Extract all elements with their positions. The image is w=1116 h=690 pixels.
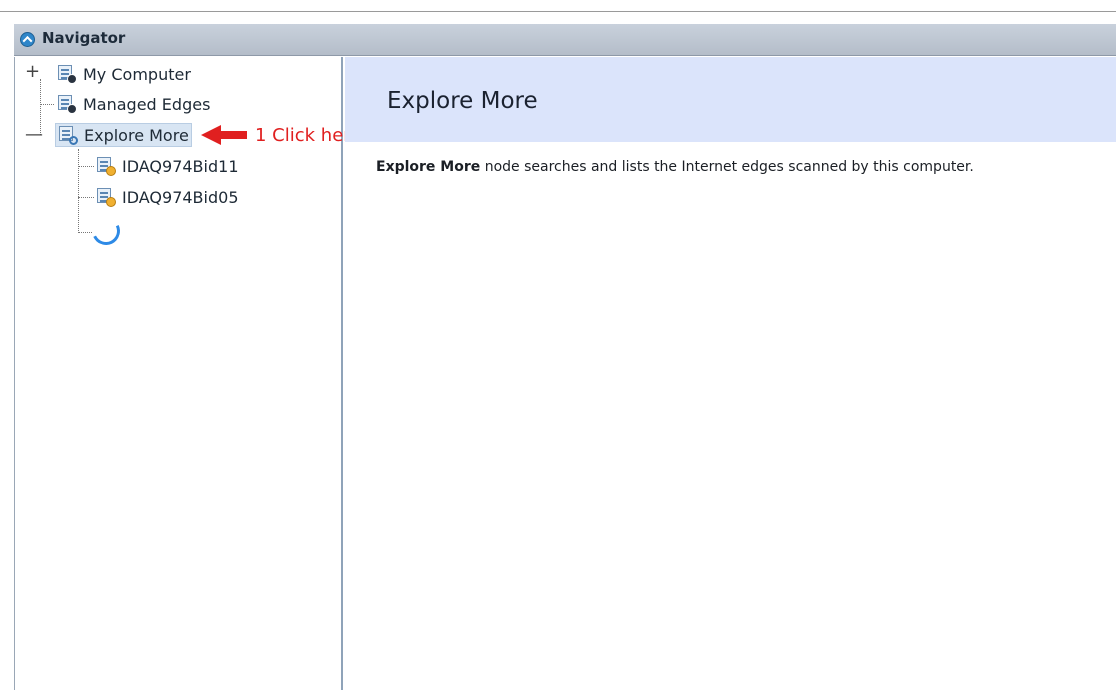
navigator-titlebar: Navigator <box>14 24 1116 56</box>
window-title: Navigator <box>42 29 126 47</box>
explore-more-icon <box>58 125 78 145</box>
navigator-tree-pane[interactable]: + My Computer Managed Edges — Explore Mo… <box>14 57 361 690</box>
tree-item-idaq974bid05[interactable]: IDAQ974Bid05 <box>96 185 239 209</box>
expand-my-computer-icon[interactable]: + <box>25 63 40 81</box>
tree-item-explore-more[interactable]: Explore More <box>55 123 192 147</box>
managed-edges-icon <box>57 94 77 114</box>
description-bold: Explore More <box>376 159 481 175</box>
tree-item-label: Explore More <box>84 125 189 145</box>
tree-connector <box>78 197 94 198</box>
loading-spinner-icon <box>88 213 124 249</box>
content-description: Explore More node searches and lists the… <box>376 159 974 175</box>
edge-node-icon <box>96 156 116 176</box>
collapse-explore-more-icon[interactable]: — <box>25 126 43 144</box>
tree-item-label: My Computer <box>83 64 191 84</box>
tree-item-label: IDAQ974Bid11 <box>122 156 239 176</box>
click-here-annotation: 1 Click here <box>201 118 361 152</box>
tree-connector <box>78 232 92 233</box>
tree-connector <box>78 149 79 233</box>
content-header: Explore More <box>345 57 1116 142</box>
tree-item-idaq974bid11[interactable]: IDAQ974Bid11 <box>96 154 239 178</box>
tree-item-managed-edges[interactable]: Managed Edges <box>57 92 210 116</box>
tree-item-label: IDAQ974Bid05 <box>122 187 239 207</box>
tree-item-label: Managed Edges <box>83 94 211 114</box>
content-pane: Explore More Explore More node searches … <box>345 57 1116 690</box>
red-arrow-icon <box>201 125 221 145</box>
tree-connector <box>40 104 54 105</box>
tree-item-my-computer[interactable]: My Computer <box>57 62 191 86</box>
computer-node-icon <box>57 64 77 84</box>
content-title: Explore More <box>387 88 538 114</box>
navigator-icon <box>20 32 35 47</box>
top-edge <box>0 0 1116 12</box>
description-text: node searches and lists the Internet edg… <box>480 159 974 175</box>
tree-connector <box>78 166 94 167</box>
edge-node-icon <box>96 187 116 207</box>
